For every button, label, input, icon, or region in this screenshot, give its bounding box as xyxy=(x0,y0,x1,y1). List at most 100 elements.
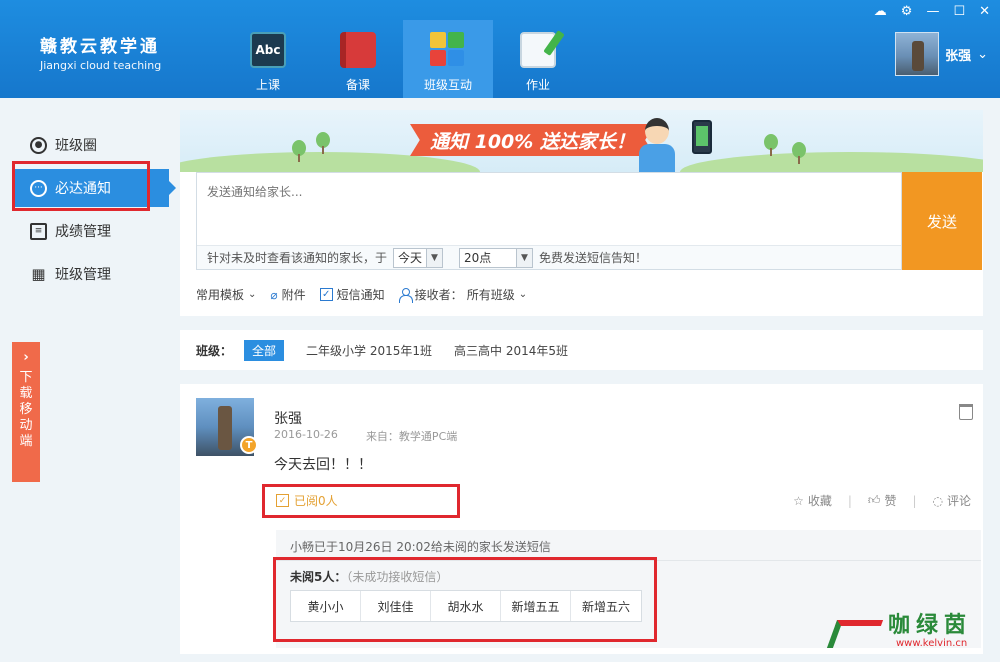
download-tab-char: 移 xyxy=(19,402,33,417)
chevron-down-icon: ▼ xyxy=(516,248,533,267)
post-author[interactable]: 张强 xyxy=(274,408,302,428)
divider: | xyxy=(912,493,917,508)
sms-notify-checkbox[interactable]: ✓ 短信通知 xyxy=(319,286,385,303)
window-controls: ☁ ⚙ — ☐ ✕ xyxy=(874,4,990,19)
send-button[interactable]: 发送 xyxy=(902,172,982,270)
checkbox-checked-icon: ✓ xyxy=(319,288,333,301)
favorite-label: 收藏 xyxy=(807,494,832,508)
homework-icon xyxy=(520,32,556,68)
grid-icon: ▦ xyxy=(31,265,46,283)
download-tab-char: 端 xyxy=(19,434,33,449)
receiver-selector[interactable]: 接收者： 所有班级 ⌄ xyxy=(398,286,528,303)
paperclip-icon: ⌀ xyxy=(270,287,278,302)
sidebar-item-label: 班级管理 xyxy=(55,267,111,283)
sidebar-item-class-manage[interactable]: ▦ 班级管理 xyxy=(14,255,169,293)
chevron-right-icon: › xyxy=(23,350,29,365)
sms-notify-label: 短信通知 xyxy=(336,288,385,302)
nav-item-homework[interactable]: 作业 xyxy=(493,20,583,98)
post-source: 来自：教学通PC端 xyxy=(365,430,458,443)
filter-chip-all[interactable]: 全部 xyxy=(244,339,285,361)
user-menu[interactable]: 张强 ⌄ xyxy=(895,32,988,76)
unread-title: 未阅5人：（未成功接收短信） xyxy=(290,568,448,585)
sidebar-item-grades[interactable]: ≡ 成绩管理 xyxy=(14,212,169,250)
watermark-url: www.kelvin.cn xyxy=(896,637,968,649)
post-meta: 2016-10-26 来自：教学通PC端 xyxy=(274,428,457,444)
templates-dropdown[interactable]: 常用模板 ⌄ xyxy=(196,286,256,303)
list-item: 刘佳佳 xyxy=(361,591,431,621)
comment-label: 评论 xyxy=(946,494,971,508)
avatar[interactable] xyxy=(895,32,940,76)
hour-select[interactable]: 20点 ▼ xyxy=(459,247,534,268)
watermark-text: 咖绿茵 xyxy=(888,612,973,638)
trash-icon[interactable] xyxy=(959,404,973,420)
nav-item-class[interactable]: Abc 上课 xyxy=(223,20,313,98)
download-tab-char: 载 xyxy=(19,386,33,401)
list-item: 黄小小 xyxy=(291,591,361,621)
download-mobile-tab[interactable]: › 下 载 移 动 端 xyxy=(12,342,40,482)
sidebar-item-notice[interactable]: ··· 必达通知 xyxy=(14,169,176,207)
cloud-icon[interactable]: ☁ xyxy=(874,4,887,19)
app-name-cn: 赣教云教学通 xyxy=(40,37,160,57)
app-header: 赣教云教学通 Jiangxi cloud teaching Abc 上课 备课 … xyxy=(0,0,1000,98)
thumbs-up-icon: 👍︎ xyxy=(867,493,881,507)
sms-hint-suffix: 免费发送短信告知！ xyxy=(539,251,648,265)
close-icon[interactable]: ✕ xyxy=(979,4,990,19)
sidebar-item-class-circle[interactable]: ● 班级圈 xyxy=(14,126,169,164)
check-box-icon: ✓ xyxy=(276,494,289,507)
maximize-icon[interactable]: ☐ xyxy=(953,4,965,19)
divider xyxy=(276,560,981,561)
banner-text: 通知 100% 送达家长！ xyxy=(410,124,655,156)
list-item: 新增五五 xyxy=(501,591,571,621)
promo-banner: 通知 100% 送达家长！ xyxy=(180,110,983,172)
sms-hint-prefix: 针对未及时查看该通知的家长，于 xyxy=(207,251,388,265)
unread-name-list: 黄小小 刘佳佳 胡水水 新增五五 新增五六 xyxy=(290,590,642,622)
user-name[interactable]: 张强 xyxy=(945,45,971,64)
filter-chip-class[interactable]: 二年级小学 2015年1班 xyxy=(306,342,432,359)
person-icon xyxy=(398,287,413,303)
favorite-button[interactable]: ☆ 收藏 xyxy=(793,492,832,509)
filter-label: 班级： xyxy=(196,343,233,358)
chat-dots-icon: ··· xyxy=(30,179,47,197)
unread-count: 未阅5人： xyxy=(290,570,347,584)
chevron-down-icon: ▼ xyxy=(426,248,443,267)
watermark-logo xyxy=(828,612,882,650)
comment-button[interactable]: ◌ 评论 xyxy=(933,492,972,509)
phone-icon xyxy=(692,120,712,154)
day-select[interactable]: 今天 ▼ xyxy=(393,247,444,268)
nav-label: 上课 xyxy=(255,78,280,92)
star-icon: ☆ xyxy=(793,493,804,508)
composer-toolbar: 常用模板 ⌄ ⌀ 附件 ✓ 短信通知 接收者： 所有班级 ⌄ xyxy=(196,286,527,303)
nav-label: 备课 xyxy=(345,78,370,92)
post-date: 2016-10-26 xyxy=(274,428,338,441)
like-button[interactable]: 👍︎ 赞 xyxy=(868,492,897,509)
list-item: 胡水水 xyxy=(431,591,501,621)
chevron-down-icon: ⌄ xyxy=(518,289,528,300)
sidebar-item-label: 成绩管理 xyxy=(55,224,111,240)
sidebar-item-label: 必达通知 xyxy=(55,181,111,197)
nav-item-class-interaction[interactable]: 班级互动 xyxy=(403,20,493,98)
receiver-value: 所有班级 xyxy=(466,288,515,302)
day-select-value: 今天 xyxy=(398,251,423,265)
post-content: 今天去回！！！ xyxy=(274,457,372,473)
read-status[interactable]: ✓ 已阅0人 xyxy=(276,492,338,509)
notice-input-area: 针对未及时查看该通知的家长，于 今天 ▼ 20点 ▼ 免费发送短信告知！ xyxy=(196,172,902,270)
minimize-icon[interactable]: — xyxy=(926,4,939,19)
notice-composer: 通知 100% 送达家长！ 针对未及时查看该通知的家长，于 今天 ▼ 20点 ▼… xyxy=(180,110,983,316)
download-tab-char: 下 xyxy=(19,370,33,385)
teacher-badge: T xyxy=(240,436,258,454)
notice-input[interactable] xyxy=(197,173,901,243)
chevron-down-icon[interactable]: ⌄ xyxy=(977,47,988,62)
nav-label: 班级互动 xyxy=(423,78,472,92)
app-name-en: Jiangxi cloud teaching xyxy=(40,59,162,72)
filter-chip-class[interactable]: 高三高中 2014年5班 xyxy=(454,342,568,359)
receiver-label: 接收者： xyxy=(414,288,463,302)
class-interaction-icon xyxy=(430,32,466,68)
attachment-button[interactable]: ⌀ 附件 xyxy=(270,286,305,303)
nav-item-prepare[interactable]: 备课 xyxy=(313,20,403,98)
divider: | xyxy=(847,493,852,508)
watermark-text-group: 咖绿茵 www.kelvin.cn xyxy=(888,612,973,649)
settings-icon[interactable]: ⚙ xyxy=(901,4,913,19)
post-actions: ☆ 收藏 | 👍︎ 赞 | ◌ 评论 xyxy=(793,492,971,509)
comment-icon: ◌ xyxy=(932,493,943,508)
unread-note: （未成功接收短信） xyxy=(346,570,449,584)
